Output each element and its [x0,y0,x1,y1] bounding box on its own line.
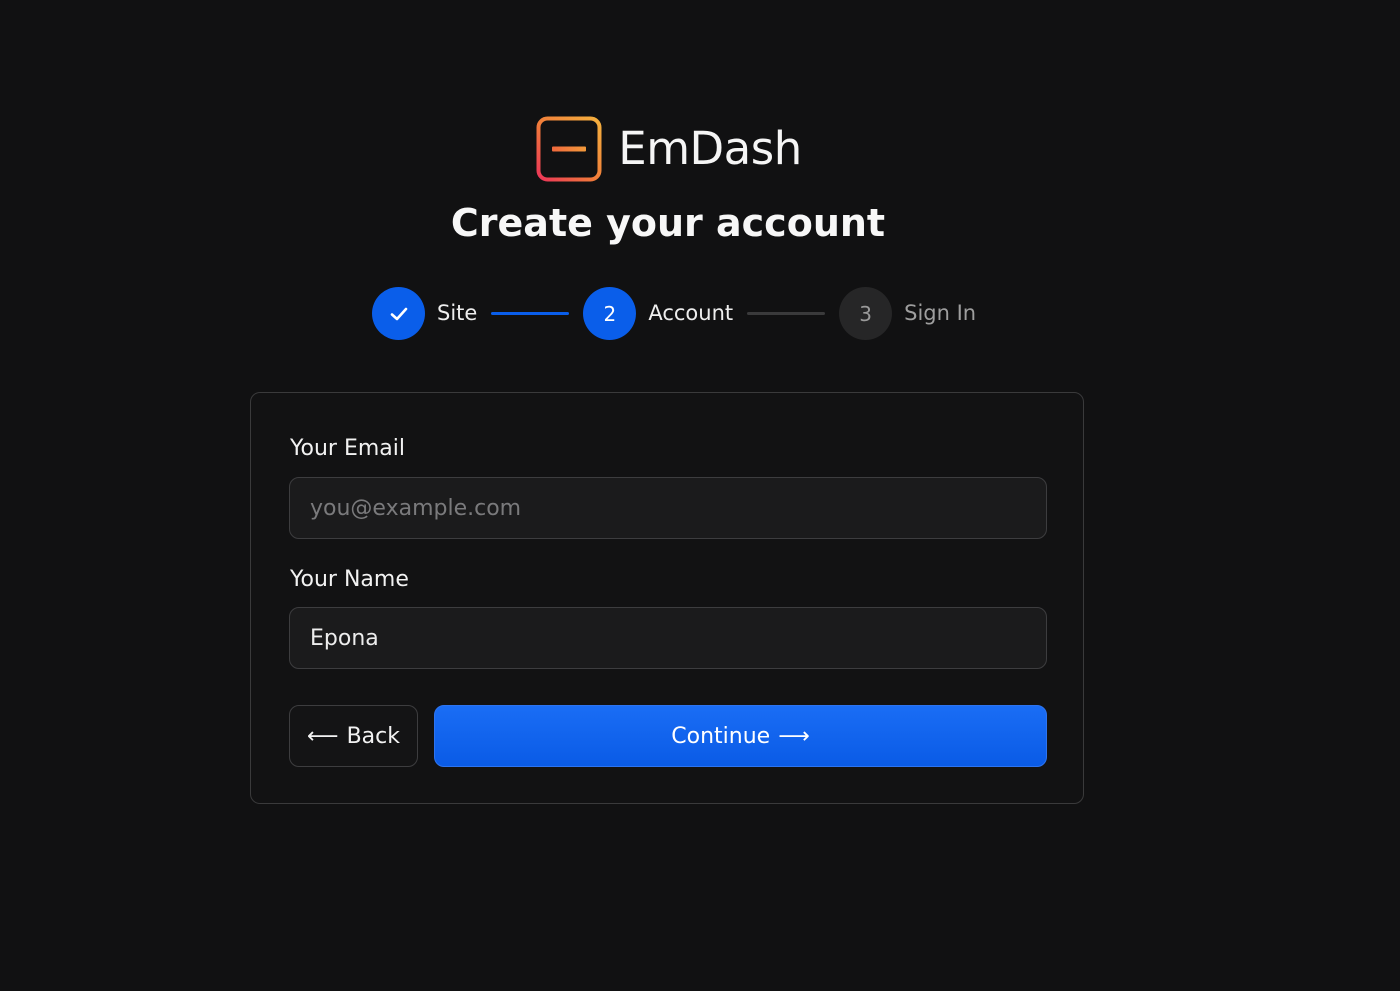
name-label: Your Name [290,567,409,592]
emdash-logo-icon [536,116,602,182]
arrow-left-icon: ⟵ [307,723,339,749]
arrow-right-icon: ⟶ [778,723,810,749]
setup-page: EmDash Create your account Site 2 Accoun… [0,0,1400,991]
step-1-indicator [372,287,425,340]
step-2-label: Account [648,301,734,325]
continue-button[interactable]: Continue ⟶ [434,705,1047,767]
email-label: Your Email [290,436,405,461]
check-icon [390,307,407,320]
back-button[interactable]: ⟵ Back [289,705,418,767]
step-connector-2 [747,312,826,315]
step-connector-1 [491,312,570,315]
stepper: Site 2 Account 3 Sign In [372,287,976,340]
step-3-indicator: 3 [839,287,893,340]
name-input[interactable] [289,607,1047,669]
step-3-label: Sign In [904,301,977,325]
brand-name: EmDash [618,122,802,175]
page-title-wrap: Create your account [0,196,1336,250]
step-2-indicator: 2 [583,287,637,340]
back-button-label: Back [346,723,400,749]
continue-button-label: Continue [671,723,771,749]
page-title: Create your account [450,201,886,245]
account-form-card: Your Email Your Name ⟵ Back Continue ⟶ [250,392,1084,804]
email-input[interactable] [289,477,1047,539]
brand: EmDash [0,116,1400,182]
brand-lockup: EmDash [536,116,802,182]
step-1-label: Site [437,301,478,325]
